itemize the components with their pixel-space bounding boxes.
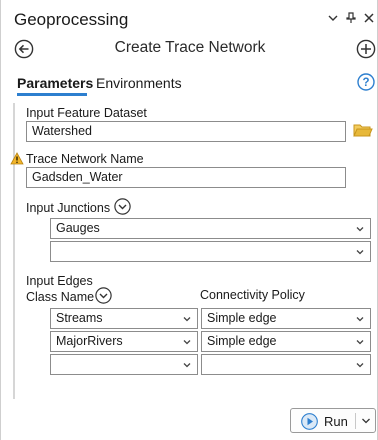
- add-button[interactable]: [356, 39, 376, 59]
- pane-options-chevron-icon[interactable]: [326, 11, 340, 25]
- input-junctions-label: Input Junctions: [26, 201, 111, 215]
- edges-expand-button[interactable]: [95, 287, 112, 309]
- chevron-down-circle-icon: [95, 287, 112, 304]
- pane-title: Geoprocessing: [14, 10, 129, 29]
- edge-class-select-1[interactable]: Streams: [50, 308, 198, 329]
- tool-title: Create Trace Network: [114, 39, 266, 56]
- junctions-expand-button[interactable]: [114, 198, 131, 220]
- input-edges-label: Input Edges: [26, 274, 93, 288]
- chevron-down-icon: [356, 340, 364, 345]
- chevron-down-circle-icon: [114, 198, 131, 215]
- pane-title-bar: Geoprocessing: [1, 0, 378, 34]
- edge-policy-select-1[interactable]: Simple edge: [201, 308, 371, 329]
- edge-class-value: MajorRivers: [56, 334, 123, 348]
- edge-class-select-2[interactable]: MajorRivers: [50, 331, 198, 352]
- chevron-down-icon: [183, 363, 191, 368]
- run-divider: [355, 413, 356, 429]
- chevron-down-icon: [356, 227, 364, 232]
- chevron-down-icon: [183, 317, 191, 322]
- trace-network-name-field[interactable]: Gadsden_Water: [26, 167, 346, 188]
- edge-class-select-3[interactable]: [50, 354, 198, 375]
- junction-select-2[interactable]: [50, 241, 371, 262]
- input-feature-dataset-field[interactable]: Watershed: [26, 121, 346, 142]
- junction-value: Gauges: [56, 221, 100, 235]
- connectivity-policy-header: Connectivity Policy: [200, 288, 305, 302]
- help-icon: ?: [357, 73, 375, 91]
- run-button[interactable]: Run: [290, 408, 376, 433]
- edge-policy-value: Simple edge: [207, 311, 277, 325]
- play-icon: [301, 413, 318, 430]
- edge-policy-select-2[interactable]: Simple edge: [201, 331, 371, 352]
- run-options-chevron-icon: [362, 418, 370, 424]
- chevron-down-icon: [356, 317, 364, 322]
- close-icon[interactable]: [362, 11, 376, 25]
- tab-environments[interactable]: Environments: [96, 75, 182, 91]
- chevron-down-icon: [356, 363, 364, 368]
- parameter-group-bar: [13, 103, 15, 399]
- chevron-down-icon: [356, 250, 364, 255]
- svg-text:?: ?: [362, 77, 369, 89]
- browse-button[interactable]: [353, 122, 373, 140]
- trace-network-name-label: Trace Network Name: [26, 152, 144, 166]
- input-feature-dataset-label: Input Feature Dataset: [26, 106, 147, 120]
- folder-icon: [353, 124, 373, 137]
- junction-select-1[interactable]: Gauges: [50, 218, 371, 239]
- pin-icon[interactable]: [344, 11, 358, 25]
- warning-icon: [10, 152, 24, 165]
- edge-policy-value: Simple edge: [207, 334, 277, 348]
- plus-circle-icon: [356, 39, 376, 59]
- class-name-header: Class Name: [26, 290, 95, 304]
- tab-parameters[interactable]: Parameters: [17, 75, 93, 91]
- chevron-down-icon: [183, 340, 191, 345]
- active-tab-indicator: [17, 93, 87, 96]
- run-label: Run: [324, 414, 348, 429]
- help-button[interactable]: ?: [357, 73, 375, 91]
- edge-class-value: Streams: [56, 311, 103, 325]
- edge-policy-select-3[interactable]: [201, 354, 371, 375]
